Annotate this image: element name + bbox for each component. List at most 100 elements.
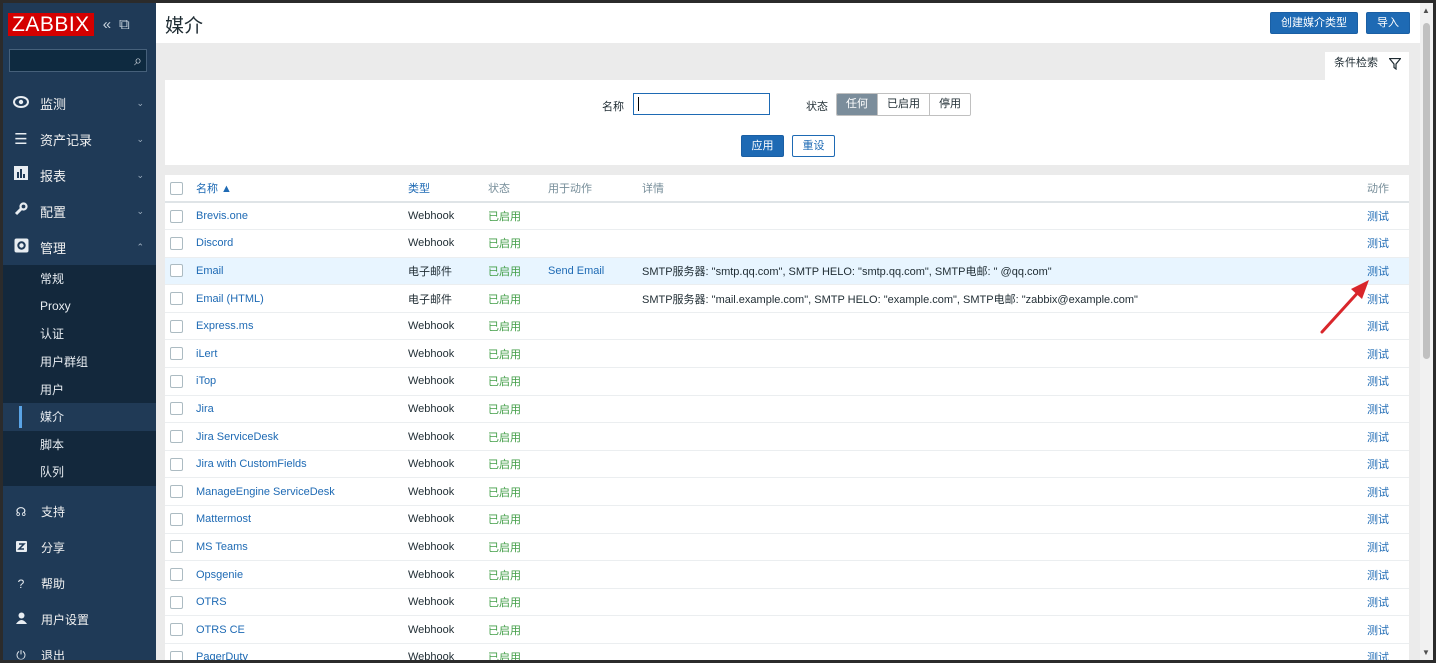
row-checkbox[interactable] xyxy=(170,485,183,499)
test-link[interactable]: 测试 xyxy=(1367,202,1409,231)
media-type-name-link[interactable]: Opsgenie xyxy=(196,560,408,589)
media-type-status-toggle[interactable]: 已启用 xyxy=(488,533,548,562)
submenu-authentication[interactable]: 认证 xyxy=(3,320,156,348)
menu-help[interactable]: ? 帮助 xyxy=(3,566,156,602)
media-type-status-toggle[interactable]: 已启用 xyxy=(488,588,548,617)
media-type-status-toggle[interactable]: 已启用 xyxy=(488,615,548,644)
menu-administration[interactable]: 管理 ⌃ xyxy=(3,229,156,265)
row-checkbox[interactable] xyxy=(170,512,183,526)
test-link[interactable]: 测试 xyxy=(1367,615,1409,644)
search-icon[interactable]: ⌕ xyxy=(134,52,142,69)
row-checkbox[interactable] xyxy=(170,595,183,609)
kiosk-mode-icon[interactable]: ⧉ xyxy=(119,16,130,33)
media-type-name-link[interactable]: ManageEngine ServiceDesk xyxy=(196,477,408,507)
media-type-name-link[interactable]: Discord xyxy=(196,229,408,258)
filter-tab[interactable]: 条件检索 xyxy=(1325,52,1409,80)
row-checkbox[interactable] xyxy=(170,264,183,278)
header-name[interactable]: 名称 ▲ xyxy=(196,175,408,203)
media-type-name-link[interactable]: Email (HTML) xyxy=(196,284,408,313)
media-type-name-link[interactable]: MS Teams xyxy=(196,533,408,562)
media-type-name-link[interactable]: Email xyxy=(196,257,408,286)
create-media-type-button[interactable]: 创建媒介类型 xyxy=(1270,12,1358,34)
used-in-actions-link[interactable]: Send Email xyxy=(548,257,642,286)
row-checkbox[interactable] xyxy=(170,319,183,333)
test-link[interactable]: 测试 xyxy=(1367,588,1409,617)
media-type-name-link[interactable]: Jira xyxy=(196,395,408,424)
test-link[interactable]: 测试 xyxy=(1367,367,1409,396)
import-button[interactable]: 导入 xyxy=(1366,12,1410,34)
row-checkbox[interactable] xyxy=(170,457,183,471)
row-checkbox[interactable] xyxy=(170,568,183,582)
status-option-any[interactable]: 任何 xyxy=(837,94,878,115)
page-scrollbar[interactable]: ▲ ▼ xyxy=(1420,3,1433,660)
row-checkbox[interactable] xyxy=(170,292,183,306)
test-link[interactable]: 测试 xyxy=(1367,284,1409,313)
status-option-enabled[interactable]: 已启用 xyxy=(878,94,930,115)
test-link[interactable]: 测试 xyxy=(1367,422,1409,451)
menu-reports[interactable]: 报表 ⌄ xyxy=(3,157,156,193)
scroll-up-arrow-icon[interactable]: ▲ xyxy=(1422,6,1430,15)
test-link[interactable]: 测试 xyxy=(1367,533,1409,562)
scroll-down-arrow-icon[interactable]: ▼ xyxy=(1422,648,1430,657)
test-link[interactable]: 测试 xyxy=(1367,477,1409,507)
media-type-name-link[interactable]: iLert xyxy=(196,339,408,369)
submenu-users[interactable]: 用户 xyxy=(3,375,156,403)
media-type-name-link[interactable]: Brevis.one xyxy=(196,202,408,231)
select-all-checkbox[interactable] xyxy=(170,181,183,195)
submenu-media-types[interactable]: 媒介 xyxy=(3,402,156,431)
row-checkbox[interactable] xyxy=(170,540,183,554)
menu-monitoring[interactable]: 监测 ⌄ xyxy=(3,85,156,121)
media-type-name-link[interactable]: OTRS xyxy=(196,588,408,617)
menu-support[interactable]: ☊ 支持 xyxy=(3,494,156,530)
submenu-queue[interactable]: 队列 xyxy=(3,458,156,486)
row-checkbox[interactable] xyxy=(170,347,183,361)
menu-sign-out[interactable]: ⏻ 退出 xyxy=(3,638,156,660)
row-checkbox[interactable] xyxy=(170,650,183,660)
media-type-status-toggle[interactable]: 已启用 xyxy=(488,477,548,507)
test-link[interactable]: 测试 xyxy=(1367,643,1409,660)
media-type-name-link[interactable]: Express.ms xyxy=(196,312,408,341)
collapse-sidebar-icon[interactable]: « xyxy=(103,16,111,33)
zabbix-logo[interactable]: ZABBIX xyxy=(8,12,94,36)
test-link[interactable]: 测试 xyxy=(1367,450,1409,479)
scroll-thumb[interactable] xyxy=(1423,23,1430,359)
test-link[interactable]: 测试 xyxy=(1367,312,1409,341)
status-option-disabled[interactable]: 停用 xyxy=(930,94,970,115)
media-type-status-toggle[interactable]: 已启用 xyxy=(488,312,548,341)
media-type-status-toggle[interactable]: 已启用 xyxy=(488,422,548,451)
header-type[interactable]: 类型 xyxy=(408,175,488,203)
media-type-status-toggle[interactable]: 已启用 xyxy=(488,202,548,231)
media-type-status-toggle[interactable]: 已启用 xyxy=(488,505,548,534)
row-checkbox[interactable] xyxy=(170,623,183,637)
row-checkbox[interactable] xyxy=(170,430,183,444)
media-type-status-toggle[interactable]: 已启用 xyxy=(488,643,548,660)
row-checkbox[interactable] xyxy=(170,209,183,223)
apply-button[interactable]: 应用 xyxy=(741,135,784,157)
test-link[interactable]: 测试 xyxy=(1367,339,1409,369)
media-type-status-toggle[interactable]: 已启用 xyxy=(488,560,548,589)
media-type-name-link[interactable]: Mattermost xyxy=(196,505,408,534)
media-type-status-toggle[interactable]: 已启用 xyxy=(488,395,548,424)
media-type-name-link[interactable]: PagerDuty xyxy=(196,643,408,660)
sidebar-search-input[interactable]: ⌕ xyxy=(9,49,147,72)
menu-share[interactable]: 分享 xyxy=(3,530,156,566)
test-link[interactable]: 测试 xyxy=(1367,395,1409,424)
test-link[interactable]: 测试 xyxy=(1367,560,1409,589)
reset-button[interactable]: 重设 xyxy=(792,135,835,157)
media-type-status-toggle[interactable]: 已启用 xyxy=(488,229,548,258)
submenu-user-groups[interactable]: 用户群组 xyxy=(3,348,156,376)
media-type-status-toggle[interactable]: 已启用 xyxy=(488,339,548,369)
media-type-status-toggle[interactable]: 已启用 xyxy=(488,367,548,396)
media-type-name-link[interactable]: Jira ServiceDesk xyxy=(196,422,408,451)
media-type-status-toggle[interactable]: 已启用 xyxy=(488,257,548,286)
submenu-scripts[interactable]: 脚本 xyxy=(3,431,156,459)
row-checkbox[interactable] xyxy=(170,236,183,250)
menu-user-settings[interactable]: 用户设置 xyxy=(3,602,156,638)
media-type-status-toggle[interactable]: 已启用 xyxy=(488,284,548,313)
row-checkbox[interactable] xyxy=(170,402,183,416)
test-link[interactable]: 测试 xyxy=(1367,229,1409,258)
test-link[interactable]: 测试 xyxy=(1367,505,1409,534)
submenu-proxy[interactable]: Proxy xyxy=(3,293,156,321)
media-type-name-link[interactable]: OTRS CE xyxy=(196,615,408,644)
name-filter-input[interactable] xyxy=(633,93,770,115)
